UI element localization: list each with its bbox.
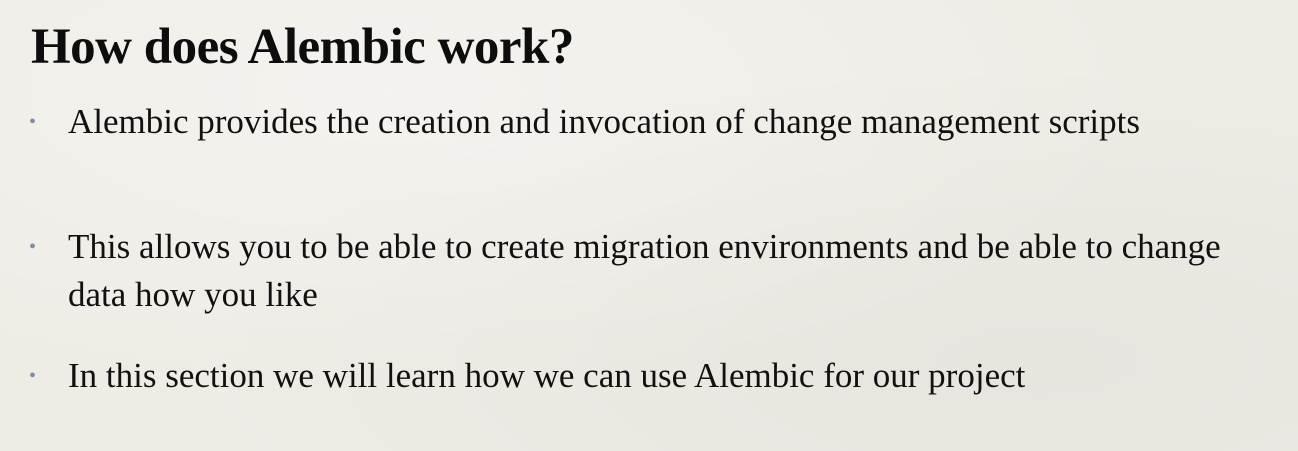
slide: How does Alembic work? • Alembic provide… [0,0,1298,451]
bullet-text: In this section we will learn how we can… [68,356,1026,395]
slide-title: How does Alembic work? [31,19,574,75]
bullet-text: This allows you to be able to create mig… [68,227,1221,314]
bullet-text: Alembic provides the creation and invoca… [68,102,1140,141]
bullet-icon: • [29,236,37,258]
bullet-icon: • [29,365,37,387]
bullet-icon: • [29,111,37,133]
